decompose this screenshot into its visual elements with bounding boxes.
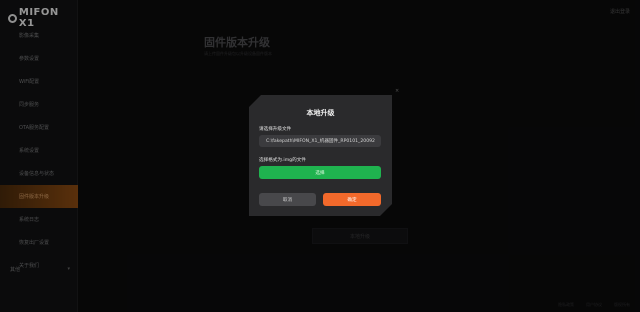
confirm-button[interactable]: 确定 [323, 193, 381, 206]
file-select-label: 请选择升级文件 [259, 127, 292, 132]
dialog-title: 本地升级 [306, 109, 335, 117]
cancel-button[interactable]: 取消 [259, 193, 316, 206]
close-icon[interactable]: × [395, 88, 399, 94]
file-path-field[interactable]: C:\fakepath\MIFON_X1_机器固件_RP0101_20092 [259, 135, 381, 147]
select-file-button[interactable]: 选择 [259, 166, 381, 179]
format-hint: 选择格式为.img的文件 [259, 158, 306, 163]
local-upgrade-dialog: 本地升级 请选择升级文件 C:\fakepath\MIFON_X1_机器固件_R… [249, 95, 392, 216]
